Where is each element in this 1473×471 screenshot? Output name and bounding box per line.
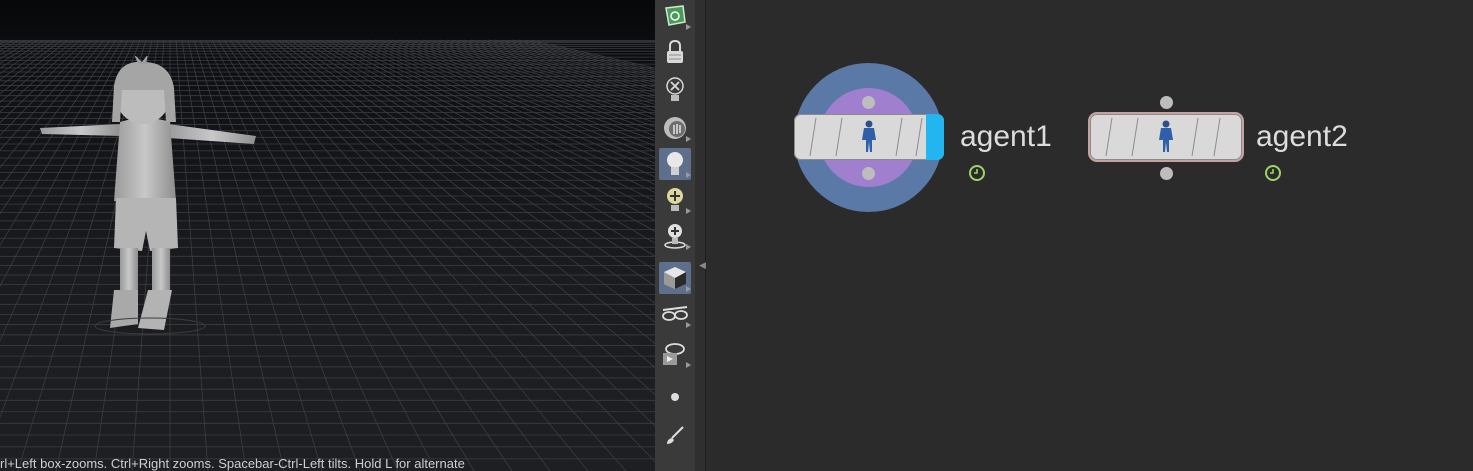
display-options-icon[interactable] xyxy=(659,0,691,32)
glasses-icon[interactable] xyxy=(659,298,691,330)
node-output-port[interactable] xyxy=(1160,167,1173,180)
node-agent1[interactable] xyxy=(794,114,944,160)
render-glasses-icon[interactable] xyxy=(659,338,691,370)
add-light-icon[interactable] xyxy=(659,184,691,216)
pane-splitter[interactable]: ◀ xyxy=(695,0,706,471)
display-flag[interactable] xyxy=(926,114,944,160)
dot-icon[interactable] xyxy=(659,381,691,413)
node-input-port[interactable] xyxy=(1160,96,1173,109)
character-model[interactable] xyxy=(30,56,260,346)
node-output-port[interactable] xyxy=(862,167,875,180)
scene-viewport[interactable]: rl+Left box-zooms. Ctrl+Right zooms. Spa… xyxy=(0,0,655,471)
agent-figure-icon xyxy=(862,120,876,152)
network-editor[interactable]: agent1 agent2 xyxy=(706,0,1473,471)
time-dependent-clock-icon xyxy=(1265,165,1281,181)
splitter-grip-icon: ◀ xyxy=(699,260,706,270)
light-bulb-ground-icon[interactable] xyxy=(659,220,691,252)
time-dependent-clock-icon xyxy=(969,165,985,181)
node-label-agent1: agent1 xyxy=(960,120,1052,153)
lock-icon[interactable] xyxy=(659,36,691,68)
hide-lights-icon[interactable] xyxy=(659,74,691,106)
viewport-display-toolbar xyxy=(655,0,696,471)
brush-icon[interactable] xyxy=(659,419,691,451)
agent-figure-icon xyxy=(1159,120,1173,152)
background-image-icon[interactable] xyxy=(659,112,691,144)
node-label-agent2: agent2 xyxy=(1256,120,1348,153)
headlight-icon[interactable] xyxy=(659,148,691,180)
node-input-port[interactable] xyxy=(862,96,875,109)
viewport-status-hint: rl+Left box-zooms. Ctrl+Right zooms. Spa… xyxy=(0,457,465,471)
node-agent2[interactable] xyxy=(1090,114,1242,160)
shading-cube-icon[interactable] xyxy=(659,262,691,294)
